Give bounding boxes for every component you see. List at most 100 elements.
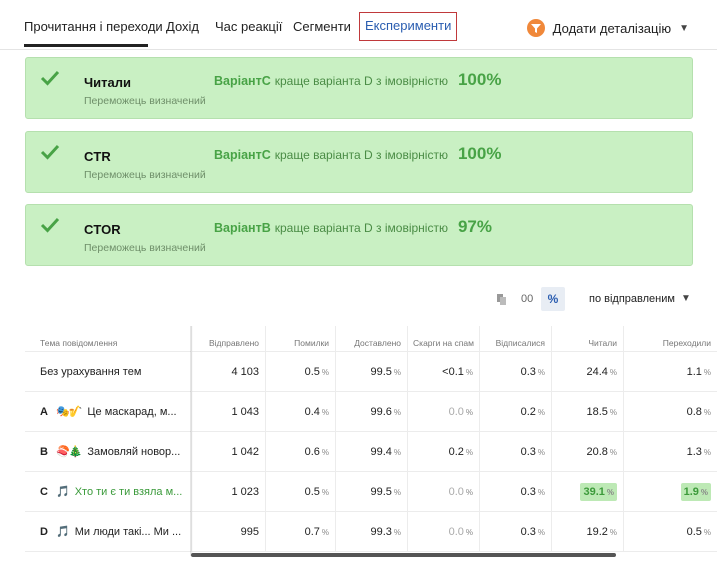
probability-value: 100% [457, 144, 502, 163]
read-cell: 19.2% [551, 512, 623, 551]
sent-cell: 1 043 [191, 392, 265, 431]
value-wrap: 99.4% [370, 446, 401, 458]
value-wrap: 1.3% [687, 446, 711, 458]
spam-value: 0.2 [448, 445, 464, 458]
variant-letter: B [40, 445, 48, 458]
value-wrap: 0.5% [687, 526, 711, 538]
sent-value: 1 023 [231, 485, 259, 498]
delivered-cell: 99.3% [335, 512, 407, 551]
add-details-button[interactable]: Додати деталізацію ▼ [526, 19, 689, 37]
value-wrap: 1 023 [231, 486, 259, 498]
unsub-value: 0.3 [520, 485, 536, 498]
subject-content: D 🎵 Ми люди такі... Ми ... [40, 525, 181, 539]
clicks-value: 0.8 [686, 405, 702, 418]
percent-suffix: % [703, 407, 711, 417]
percent-suffix: % [465, 527, 473, 537]
delivered-value: 99.5 [370, 365, 392, 378]
column-header[interactable]: Доставлено [335, 326, 407, 351]
tab-reads-clicks[interactable]: Прочитання і переходи [24, 19, 163, 34]
subject-text: Замовляй новор... [87, 445, 181, 458]
copy-icon[interactable] [497, 294, 507, 305]
errors-value: 0.5 [304, 365, 320, 378]
clicks-value: 1.1 [686, 365, 702, 378]
table-row[interactable]: Без урахування тем 4 103 0.5% 99.5% <0.1% 0.3… [25, 352, 717, 392]
subject-content: C 🎵 Хто ти є ти взяла м... [40, 485, 182, 499]
subject-content: A 🎭🎷 Це маскарад, м... [40, 405, 177, 419]
value-wrap: 0.0% [449, 486, 473, 498]
percent-suffix: % [321, 527, 329, 537]
errors-value: 0.5 [304, 485, 320, 498]
errors-cell: 0.7% [265, 512, 335, 551]
percent-suffix: % [703, 367, 711, 377]
horizontal-scrollbar[interactable] [191, 553, 616, 557]
read-value: 20.8 [586, 445, 608, 458]
format-decimal-button[interactable]: 00 [521, 293, 533, 305]
table-row[interactable]: B 🍣🎄 Замовляй новор... 1 042 0.6% 99.4% 0.2% 0.… [25, 432, 717, 472]
probability-value: 97% [457, 217, 492, 236]
percent-suffix: % [393, 527, 401, 537]
unsub-value: 0.3 [520, 445, 536, 458]
column-header[interactable]: Тема повідомлення [25, 326, 191, 351]
checkmark-icon [40, 217, 60, 233]
column-header[interactable]: Скарги на спам [407, 326, 479, 351]
value-wrap: 0.8% [687, 406, 711, 418]
unsub-cell: 0.3% [479, 472, 551, 511]
value-wrap: 0.3% [521, 446, 545, 458]
column-header[interactable]: Переходили [623, 326, 717, 351]
sort-select[interactable]: по відправленим ▼ [589, 293, 691, 305]
subject-content: Без урахування тем [40, 366, 141, 378]
sent-cell: 4 103 [191, 352, 265, 391]
clicks-value: 0.5 [686, 525, 702, 538]
column-header[interactable]: Помилки [265, 326, 335, 351]
percent-suffix: % [606, 487, 614, 497]
unsub-cell: 0.3% [479, 352, 551, 391]
tab-reaction-time[interactable]: Час реакції [215, 19, 282, 34]
delivered-cell: 99.4% [335, 432, 407, 471]
tab-bar: Прочитання і переходи Дохід Час реакції … [0, 0, 717, 50]
table-row[interactable]: A 🎭🎷 Це маскарад, м... 1 043 0.4% 99.6% 0.0% 0.… [25, 392, 717, 432]
winning-variant: ВаріантC [214, 74, 271, 88]
subject-emoji: 🎵 [56, 486, 70, 498]
column-header[interactable]: Відправлено [191, 326, 265, 351]
percent-suffix: % [703, 527, 711, 537]
column-header[interactable]: Відписалися [479, 326, 551, 351]
filter-icon [526, 19, 545, 37]
unsub-value: 0.3 [520, 525, 536, 538]
table-row[interactable]: C 🎵 Хто ти є ти взяла м... 1 023 0.5% 99.5% 0.… [25, 472, 717, 512]
value-wrap: 19.2% [586, 526, 617, 538]
subject-cell: A 🎭🎷 Це маскарад, м... [25, 392, 191, 431]
value-wrap: 39.1% [580, 482, 617, 501]
read-value: 39.1 [583, 485, 605, 498]
column-header[interactable]: Читали [551, 326, 623, 351]
delivered-cell: 99.5% [335, 352, 407, 391]
read-value: 19.2 [586, 525, 608, 538]
tab-revenue[interactable]: Дохід [166, 19, 199, 34]
clicks-value: 1.3 [686, 445, 702, 458]
percent-suffix: % [393, 367, 401, 377]
experiment-metric: Читали [84, 75, 131, 90]
percent-suffix: % [465, 407, 473, 417]
subject-emoji: 🍣🎄 [56, 446, 82, 458]
sent-value: 995 [240, 525, 259, 538]
subject-cell: D 🎵 Ми люди такі... Ми ... [25, 512, 191, 551]
format-percent-button[interactable]: % [541, 287, 565, 311]
unsub-cell: 0.3% [479, 432, 551, 471]
table-header: Тема повідомлення Відправлено Помилки Доста… [25, 326, 717, 352]
delivered-value: 99.4 [370, 445, 392, 458]
table-row[interactable]: D 🎵 Ми люди такі... Ми ... 995 0.7% 99.3% 0.0%… [25, 512, 717, 552]
percent-suffix: % [703, 447, 711, 457]
delivered-value: 99.5 [370, 485, 392, 498]
result-description: краще варіанта D з імовірністю [274, 148, 448, 162]
tab-experiments[interactable]: Експерименти [359, 12, 458, 41]
spam-cell: 0.0% [407, 512, 479, 551]
percent-suffix: % [393, 447, 401, 457]
spam-value: <0.1 [442, 365, 464, 378]
value-wrap: 0.0% [449, 526, 473, 538]
tab-segments[interactable]: Сегменти [293, 19, 351, 34]
winner-note: Переможець визначений [84, 242, 206, 254]
value-wrap: 1 042 [231, 446, 259, 458]
value-wrap: 4 103 [231, 366, 259, 378]
experiment-result: ВаріантC краще варіанта D з імовірністю … [214, 144, 501, 164]
value-wrap: 0.0% [449, 406, 473, 418]
sort-label: по відправленим [589, 293, 675, 305]
